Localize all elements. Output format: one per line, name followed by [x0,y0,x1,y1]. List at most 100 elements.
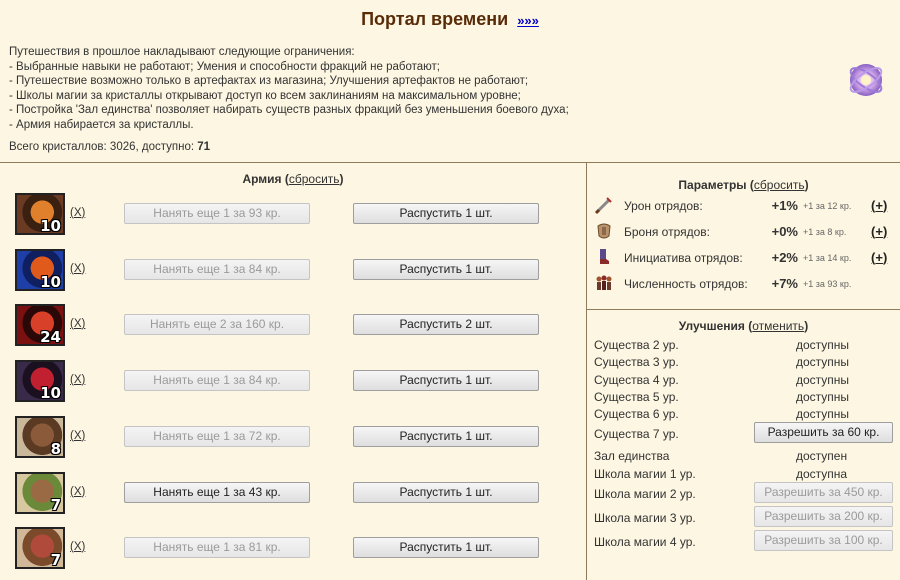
remove-unit-label[interactable]: X [74,318,82,330]
hire-button[interactable]: Нанять еще 1 за 72 кр. [124,425,310,447]
param-row: Численность отрядов: +7% +1 за 93 кр. [594,272,894,296]
param-label: Броня отрядов: [624,225,711,239]
upgrade-row: Существа 4 ур. доступны [594,372,894,389]
creature-count: 8 [50,439,61,458]
army-row: 10 (X) Нанять еще 1 за 84 кр. Распустить… [12,357,572,405]
upgrade-row: Школа магии 2 ур. Разрешить за 450 кр. [594,482,894,503]
upgrades-cancel-link[interactable]: отменить [752,319,804,333]
remove-unit-link[interactable]: (X) [70,207,85,219]
unlock-button[interactable]: Разрешить за 450 кр. [754,482,893,503]
creature-portrait[interactable]: 7 [15,471,65,514]
intro-text: Путешествия в прошлое накладывают следую… [9,45,569,133]
army-reset-link[interactable]: сбросить [289,172,340,186]
upgrade-status: доступна [796,467,848,481]
intro-line: - Школы магии за кристаллы открывают дос… [9,89,521,102]
param-value: +0% [771,224,798,239]
hire-button[interactable]: Нанять еще 1 за 84 кр. [124,370,310,392]
remove-unit-label[interactable]: X [74,263,82,275]
upgrade-label: Существа 2 ур. [594,338,679,352]
dismiss-button[interactable]: Распустить 1 шт. [353,203,539,224]
dismiss-button[interactable]: Распустить 1 шт. [353,481,539,503]
remove-unit-label[interactable]: X [74,430,82,442]
remove-unit-link[interactable]: (X) [70,374,85,386]
upgrade-row: Существа 2 ур. доступны [594,337,894,354]
param-increase-link[interactable]: (+) [871,224,887,239]
param-cost: +1 за 14 кр. [803,253,852,263]
hire-button[interactable]: Нанять еще 1 за 84 кр. [124,258,310,280]
creature-portrait[interactable]: 24 [15,304,65,347]
remove-unit-link[interactable]: (X) [70,541,85,553]
dismiss-button[interactable]: Распустить 1 шт. [353,425,539,447]
column-divider [586,162,587,580]
dismiss-button[interactable]: Распустить 1 шт. [353,370,539,392]
unlock-button[interactable]: Разрешить за 60 кр. [754,422,893,443]
remove-unit-link[interactable]: (X) [70,263,85,275]
upgrade-status: доступны [796,373,850,387]
param-label: Численность отрядов: [624,277,748,291]
param-increase-label[interactable]: + [875,198,883,213]
intro-line: - Постройка 'Зал единства' позволяет наб… [9,104,569,117]
upgrades-header: Улучшения (отменить) [678,319,809,333]
dismiss-button[interactable]: Распустить 1 шт. [353,537,539,559]
remove-unit-label[interactable]: X [74,207,82,219]
creature-portrait[interactable]: 10 [15,193,65,235]
hire-button[interactable]: Нанять еще 1 за 81 кр. [124,537,310,559]
portal-icon [846,60,886,100]
param-label: Урон отрядов: [624,199,703,213]
creature-count: 10 [40,217,61,235]
param-value: +7% [771,276,798,291]
upgrade-label: Школа магии 1 ур. [594,467,696,481]
crystals-info: Всего кристаллов: 3026, доступно: 71 [9,141,210,153]
army-row: 8 (X) Нанять еще 1 за 72 кр. Распустить … [12,413,572,461]
upgrade-row: Существа 3 ур. доступны [594,354,894,371]
param-increase-label[interactable]: + [875,224,883,239]
creature-count: 7 [50,551,61,570]
dismiss-button[interactable]: Распустить 1 шт. [353,258,539,280]
params-header: Параметры (сбросить) [678,178,809,192]
creature-portrait[interactable]: 7 [15,527,65,570]
param-increase-link[interactable]: (+) [871,198,887,213]
army-row: 10 (X) Нанять еще 1 за 84 кр. Распустить… [12,246,572,294]
param-row: Урон отрядов: +1% +1 за 12 кр. (+) [594,194,894,218]
more-link[interactable]: »»» [517,13,539,28]
army-header: Армия (сбросить) [242,172,344,186]
creature-portrait[interactable]: 10 [15,360,65,403]
param-cost: +1 за 8 кр. [803,227,847,237]
upgrade-status: доступны [796,407,850,421]
hire-button[interactable]: Нанять еще 2 за 160 кр. [124,314,310,336]
creature-portrait[interactable]: 10 [15,248,65,291]
remove-unit-link[interactable]: (X) [70,486,85,498]
upgrades-title: Улучшения [678,319,745,333]
creature-portrait[interactable]: 8 [15,415,65,458]
top-divider [0,162,900,163]
remove-unit-label[interactable]: X [74,374,82,386]
upgrade-row: Школа магии 1 ур. доступна [594,466,894,483]
param-value: +2% [771,250,798,265]
dismiss-button[interactable]: Распустить 2 шт. [353,314,539,336]
param-increase-label[interactable]: + [875,250,883,265]
remove-unit-link[interactable]: (X) [70,430,85,442]
upgrade-label: Существа 7 ур. [594,427,679,441]
page-title: Портал времени »»» [0,9,900,30]
unlock-button[interactable]: Разрешить за 200 кр. [754,506,893,527]
param-increase-link[interactable]: (+) [871,250,887,265]
remove-unit-label[interactable]: X [74,486,82,498]
upgrade-label: Зал единства [594,449,670,463]
crystals-label: Всего кристаллов: 3026, доступно: [9,141,195,153]
param-label: Инициатива отрядов: [624,251,743,265]
page-title-text: Портал времени [361,9,509,29]
hire-button[interactable]: Нанять еще 1 за 43 кр. [124,481,310,503]
params-reset-link[interactable]: сбросить [754,178,805,192]
army-row: 7 (X) Нанять еще 1 за 81 кр. Распустить … [12,524,572,572]
param-cost: +1 за 12 кр. [803,201,852,211]
upgrade-status: доступны [796,355,850,369]
boots-icon [594,247,614,267]
remove-unit-label[interactable]: X [74,541,82,553]
hire-button[interactable]: Нанять еще 1 за 93 кр. [124,203,310,224]
intro-line: - Армия набирается за кристаллы. [9,118,194,131]
remove-unit-link[interactable]: (X) [70,318,85,330]
crystals-available: 71 [197,141,211,153]
unlock-button[interactable]: Разрешить за 100 кр. [754,530,893,551]
upgrade-label: Школа магии 4 ур. [594,535,696,549]
upgrade-label: Существа 6 ур. [594,407,679,421]
